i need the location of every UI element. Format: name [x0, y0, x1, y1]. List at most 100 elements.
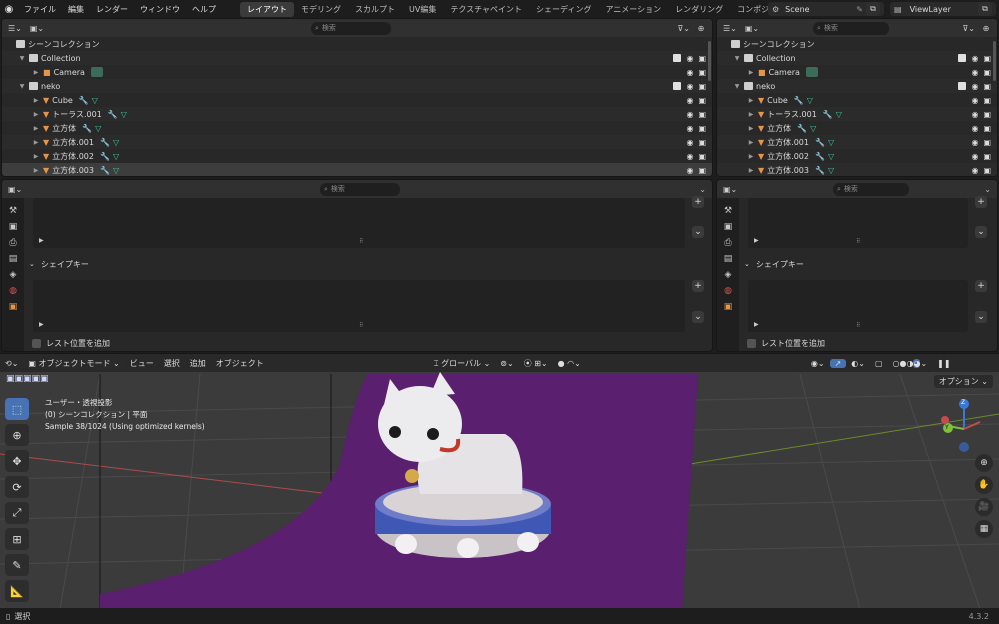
eye-icon[interactable]: ◉	[686, 138, 693, 147]
properties-search[interactable]: ⌕ 検索	[833, 182, 909, 196]
3d-viewport[interactable]: Z Y ⟲⌄ ▣ オブジェクトモード ⌄ ビュー 選択 追加 オブジェクト ⌶ …	[0, 353, 999, 608]
new-collection-icon[interactable]: ⊕	[979, 21, 993, 35]
modifier-wrench-icon[interactable]: 🔧	[100, 166, 110, 175]
menu-render[interactable]: レンダー	[90, 4, 134, 15]
chevron-down-icon[interactable]: ⌄	[744, 260, 750, 268]
perspective-grid-icon[interactable]: ▦	[975, 520, 993, 538]
chevron-right-icon[interactable]: ▶	[32, 111, 40, 118]
chevron-down-icon[interactable]: ▼	[733, 55, 741, 62]
chevron-right-icon[interactable]: ▶	[747, 167, 755, 174]
modifier-wrench-icon[interactable]: 🔧	[794, 96, 804, 105]
display-mode-icon[interactable]: ▣⌄	[30, 24, 44, 33]
outliner-row[interactable]: ▶ ▼ 立方体.001 🔧 ▽ ◉ ▣	[2, 135, 712, 149]
outliner-row[interactable]: ▶ ■ Camera ◉ ▣	[2, 65, 712, 79]
outliner-search[interactable]: ⌕ 検索	[311, 21, 391, 35]
chevron-right-icon[interactable]: ▶	[747, 125, 755, 132]
chevron-right-icon[interactable]: ▶	[32, 167, 40, 174]
exclude-checkbox[interactable]	[673, 54, 682, 62]
object-tab-icon[interactable]: ▣	[9, 302, 18, 312]
resize-grip-icon[interactable]: ⠿	[359, 238, 363, 245]
visibility-icon[interactable]: ◉⌄	[806, 359, 830, 368]
eye-icon[interactable]: ◉	[971, 110, 978, 119]
snap-icon[interactable]: ⦿ ⊞⌄	[519, 358, 553, 369]
eye-icon[interactable]: ◉	[971, 82, 978, 91]
new-scene-icon[interactable]: ⧉	[866, 2, 880, 16]
shape-key-list[interactable]: ▶ ⠿	[748, 280, 968, 332]
outliner-row[interactable]: ▶ ▼ 立方体.003 🔧 ▽ ◉ ▣	[717, 163, 997, 176]
transform-orientation-dropdown[interactable]: ⌶ グローバル ⌄	[429, 358, 496, 369]
chevron-right-icon[interactable]: ▶	[32, 153, 40, 160]
camera-render-icon[interactable]: ▣	[983, 124, 991, 133]
chevron-down-icon[interactable]: ▼	[18, 55, 26, 62]
camera-render-icon[interactable]: ▣	[698, 68, 706, 77]
chevron-down-icon[interactable]: ⌄	[29, 260, 35, 268]
options-dropdown[interactable]: オプション ⌄	[933, 375, 993, 388]
modifier-wrench-icon[interactable]: 🔧	[108, 110, 118, 119]
pan-hand-icon[interactable]: ✋	[975, 476, 993, 494]
filter-icon[interactable]: ⊽⌄	[962, 24, 975, 33]
camera-render-icon[interactable]: ▣	[698, 82, 706, 91]
mesh-data-icon[interactable]: ▽	[113, 152, 119, 161]
mesh-data-icon[interactable]: ▽	[810, 124, 816, 133]
scene-selector[interactable]: ⚙ Scene ✎ ⧉	[768, 2, 884, 16]
modifier-wrench-icon[interactable]: 🔧	[823, 110, 833, 119]
tab-modeling[interactable]: モデリング	[294, 2, 348, 17]
shape-keys-panel-header[interactable]: ⌄ シェイプキー	[744, 256, 804, 272]
tab-sculpt[interactable]: スカルプト	[348, 2, 402, 17]
menu-object[interactable]: オブジェクト	[211, 358, 269, 369]
view-layer-tab-icon[interactable]: ▤	[9, 254, 18, 264]
cursor-tool-icon[interactable]: ⊕	[5, 424, 29, 446]
xray-toggle-icon[interactable]: ▢	[870, 359, 888, 368]
outliner-row[interactable]: ▶ ▼ トーラス.001 🔧 ▽ ◉ ▣	[2, 107, 712, 121]
outliner-row[interactable]: ▼ Collection ◉ ▣	[717, 51, 997, 65]
camera-render-icon[interactable]: ▣	[983, 152, 991, 161]
add-shape-key-button[interactable]: +	[692, 280, 704, 292]
eye-icon[interactable]: ◉	[686, 54, 693, 63]
modifier-wrench-icon[interactable]: 🔧	[100, 138, 110, 147]
scrollbar[interactable]	[993, 41, 996, 81]
eye-icon[interactable]: ◉	[686, 152, 693, 161]
filter-icon[interactable]: ⊽⌄	[677, 24, 690, 33]
chevron-right-icon[interactable]: ▶	[32, 69, 40, 76]
pivot-icon[interactable]: ⊚⌄	[495, 359, 518, 368]
tool-tab-icon[interactable]: ⚒	[724, 206, 732, 216]
eye-icon[interactable]: ◉	[971, 96, 978, 105]
output-tab-icon[interactable]: ⎙	[9, 238, 16, 248]
expand-arrow-icon[interactable]: ▶	[754, 321, 759, 328]
object-mode-dropdown[interactable]: ▣ オブジェクトモード ⌄	[23, 357, 125, 369]
add-rest-position-row[interactable]: レスト位置を追加	[747, 338, 825, 349]
annotate-tool-icon[interactable]: ✎	[5, 554, 29, 576]
camera-data-icon[interactable]	[90, 67, 103, 77]
selection-mode-icons[interactable]: ▣▣▣▣▣	[6, 374, 49, 384]
eye-icon[interactable]: ◉	[686, 124, 693, 133]
outliner-row[interactable]: ▶ ▼ 立方体 🔧 ▽ ◉ ▣	[2, 121, 712, 135]
camera-data-icon[interactable]	[805, 67, 818, 77]
chevron-down-icon[interactable]: ⌄	[975, 226, 987, 238]
proportional-edit-icon[interactable]: ● ◠⌄	[553, 359, 586, 368]
chevron-down-icon[interactable]: ⌄	[692, 311, 704, 323]
expand-arrow-icon[interactable]: ▶	[754, 237, 759, 244]
tab-rendering[interactable]: レンダリング	[668, 2, 730, 17]
transform-tool-icon[interactable]: ⊞	[5, 528, 29, 550]
menu-view[interactable]: ビュー	[125, 358, 159, 369]
rest-position-checkbox[interactable]	[32, 339, 41, 348]
camera-view-icon[interactable]: 🎥	[975, 498, 993, 516]
outliner-row[interactable]: ▼ neko ◉ ▣	[2, 79, 712, 93]
mesh-data-icon[interactable]: ▽	[121, 110, 127, 119]
menu-file[interactable]: ファイル	[18, 4, 62, 15]
render-tab-icon[interactable]: ▣	[9, 222, 18, 232]
add-vertex-group-button[interactable]: +	[975, 196, 987, 208]
outliner-search[interactable]: ⌕ 検索	[813, 21, 889, 35]
chevron-down-icon[interactable]: ▼	[18, 83, 26, 90]
eye-icon[interactable]: ◉	[686, 166, 693, 175]
eye-icon[interactable]: ◉	[971, 166, 978, 175]
camera-render-icon[interactable]: ▣	[698, 96, 706, 105]
resize-grip-icon[interactable]: ⠿	[359, 322, 363, 329]
outliner-row[interactable]: ▶ ▼ Cube 🔧 ▽ ◉ ▣	[717, 93, 997, 107]
shape-key-list[interactable]: ▶ ⠿	[33, 280, 685, 332]
camera-render-icon[interactable]: ▣	[983, 54, 991, 63]
select-box-tool-icon[interactable]: ⬚	[5, 398, 29, 420]
view-layer-tab-icon[interactable]: ▤	[724, 254, 733, 264]
outliner-row-selected[interactable]: ▶ ▼ 立方体.003 🔧 ▽ ◉ ▣	[2, 163, 712, 176]
camera-render-icon[interactable]: ▣	[698, 124, 706, 133]
